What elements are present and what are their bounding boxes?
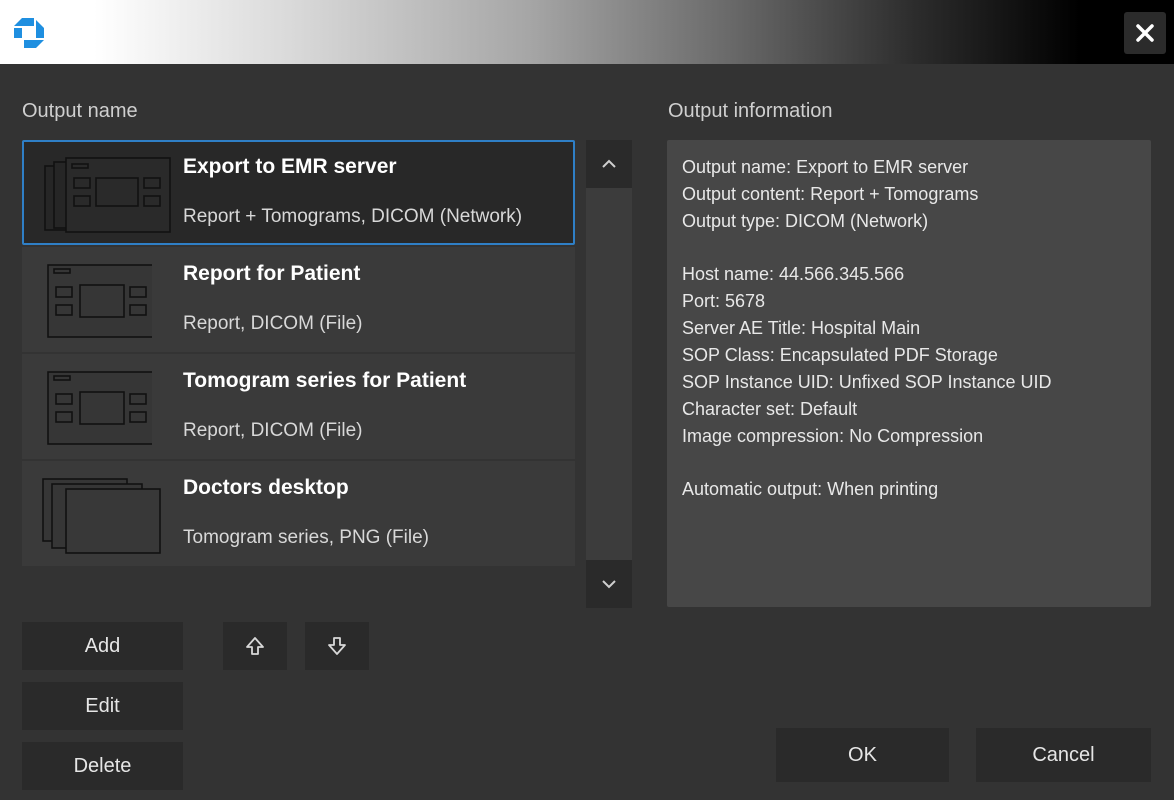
- output-name-label: Output name: [22, 100, 138, 122]
- output-item-name: Tomogram series for Patient: [183, 369, 467, 392]
- info-output-name: Output name: Export to EMR server: [682, 157, 969, 177]
- scroll-down-button[interactable]: [586, 560, 632, 608]
- ok-button[interactable]: OK: [776, 728, 949, 782]
- info-character-set: Character set: Default: [682, 399, 858, 419]
- info-server-ae-title: Server AE Title: Hospital Main: [682, 318, 921, 338]
- scrollbar-track[interactable]: [586, 188, 632, 560]
- move-down-icon: [326, 635, 348, 657]
- move-up-icon: [244, 635, 266, 657]
- add-button[interactable]: Add: [22, 622, 183, 670]
- close-button[interactable]: [1124, 12, 1166, 54]
- output-item-description: Report, DICOM (File): [183, 420, 363, 441]
- delete-button[interactable]: Delete: [22, 742, 183, 790]
- info-host-name: Host name: 44.566.345.566: [682, 264, 905, 284]
- output-information-label: Output information: [668, 100, 833, 122]
- report-icon: [42, 368, 155, 453]
- scroll-up-button[interactable]: [586, 140, 632, 188]
- output-list: Export to EMR server Report + Tomograms,…: [22, 140, 575, 568]
- list-item-tomogram-series-for-patient[interactable]: Tomogram series for Patient Report, DICO…: [22, 354, 575, 459]
- info-output-content: Output content: Report + Tomograms: [682, 184, 979, 204]
- report-icon: [42, 261, 155, 346]
- list-item-report-for-patient[interactable]: Report for Patient Report, DICOM (File): [22, 247, 575, 352]
- report-tomograms-icon: [44, 156, 172, 241]
- info-automatic-output: Automatic output: When printing: [682, 479, 939, 499]
- move-up-button[interactable]: [223, 622, 287, 670]
- info-image-compression: Image compression: No Compression: [682, 426, 984, 446]
- info-sop-class: SOP Class: Encapsulated PDF Storage: [682, 345, 998, 365]
- tomogram-series-icon: [42, 475, 162, 560]
- edit-button[interactable]: Edit: [22, 682, 183, 730]
- output-item-name: Doctors desktop: [183, 476, 349, 499]
- list-item-export-to-emr-server[interactable]: Export to EMR server Report + Tomograms,…: [22, 140, 575, 245]
- output-information-panel: Output name: Export to EMR server Output…: [667, 140, 1151, 607]
- app-logo-icon: [10, 14, 48, 50]
- title-bar: [0, 0, 1174, 64]
- move-down-button[interactable]: [305, 622, 369, 670]
- output-item-name: Export to EMR server: [183, 155, 397, 178]
- cancel-button[interactable]: Cancel: [976, 728, 1151, 782]
- output-item-name: Report for Patient: [183, 262, 361, 285]
- info-port: Port: 5678: [682, 291, 766, 311]
- output-item-description: Report + Tomograms, DICOM (Network): [183, 206, 523, 227]
- info-sop-instance-uid: SOP Instance UID: Unfixed SOP Instance U…: [682, 372, 1052, 392]
- output-item-description: Tomogram series, PNG (File): [183, 527, 429, 548]
- output-item-description: Report, DICOM (File): [183, 313, 363, 334]
- info-output-type: Output type: DICOM (Network): [682, 211, 929, 231]
- list-item-doctors-desktop[interactable]: Doctors desktop Tomogram series, PNG (Fi…: [22, 461, 575, 566]
